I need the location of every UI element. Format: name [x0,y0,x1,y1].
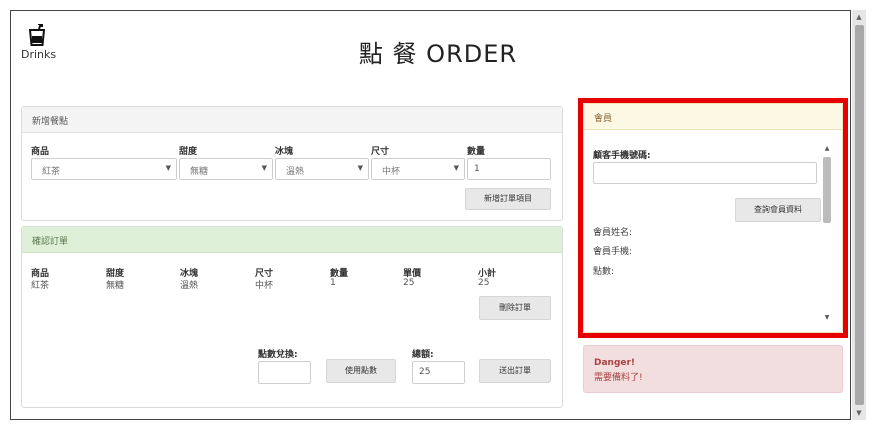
product-label: 商品 [31,147,50,157]
alert-title: Danger! [594,358,636,368]
table-cell: 中杯 [255,281,274,291]
chevron-down-icon: ▼ [165,164,171,172]
customer-phone-input[interactable] [593,162,817,184]
table-cell: 溫熱 [180,281,199,291]
customer-phone-label: 顧客手機號碼: [593,151,651,161]
size-select-value: 中杯 [382,167,401,177]
size-label: 尺寸 [371,147,390,157]
table-cell: 無糖 [106,281,125,291]
sweetness-select-value: 無糖 [190,167,209,177]
ice-select-value: 溫熱 [286,167,305,177]
add-item-heading: 新增餐點 [22,107,562,133]
sweetness-label: 甜度 [179,147,198,157]
member-mobile-label: 會員手機: [593,247,633,257]
scroll-down-icon[interactable]: ▼ [852,406,866,420]
points-exchange-input[interactable] [258,361,311,384]
total-field: 25 [412,361,465,384]
page-scrollbar[interactable]: ▲ ▼ [852,10,866,420]
table-cell: 1 [330,278,336,288]
total-label: 總額: [412,350,434,360]
sweetness-select[interactable]: 無糖 ▼ [179,158,273,180]
page-title: 點 餐 ORDER [358,40,518,68]
quantity-input[interactable]: 1 [467,158,551,180]
product-select-value: 紅茶 [42,167,61,177]
submit-order-button[interactable]: 送出訂單 [479,359,551,383]
add-order-item-button[interactable]: 新增訂單項目 [465,188,551,210]
scroll-up-icon[interactable]: ▲ [852,10,866,24]
scroll-thumb[interactable] [855,25,864,405]
member-scrollbar[interactable]: ▲ ▼ [822,145,832,321]
danger-alert: Danger! 需要備料了! [583,345,843,393]
ice-select[interactable]: 溫熱 ▼ [275,158,369,180]
chevron-down-icon: ▼ [261,164,267,172]
scroll-down-icon[interactable]: ▼ [822,314,832,321]
lookup-member-button[interactable]: 查詢會員資料 [735,198,821,222]
table-cell: 紅茶 [31,281,50,291]
use-points-button[interactable]: 使用點數 [326,359,396,383]
chevron-down-icon: ▼ [357,164,363,172]
table-cell: 25 [403,278,415,288]
size-select[interactable]: 中杯 ▼ [371,158,465,180]
member-points-label: 點數: [593,267,615,277]
scroll-up-icon[interactable]: ▲ [822,145,832,152]
quantity-label: 數量 [467,147,486,157]
table-cell: 25 [478,278,490,288]
points-exchange-label: 點數兌換: [258,350,298,360]
delete-order-button[interactable]: 刪除訂單 [479,296,551,320]
scroll-thumb[interactable] [823,157,831,223]
product-select[interactable]: 紅茶 ▼ [31,158,177,180]
member-name-label: 會員姓名: [593,228,633,238]
chevron-down-icon: ▼ [453,164,459,172]
confirm-order-heading: 確認訂單 [22,227,562,253]
ice-label: 冰塊 [275,147,294,157]
alert-message: 需要備料了! [594,373,643,383]
